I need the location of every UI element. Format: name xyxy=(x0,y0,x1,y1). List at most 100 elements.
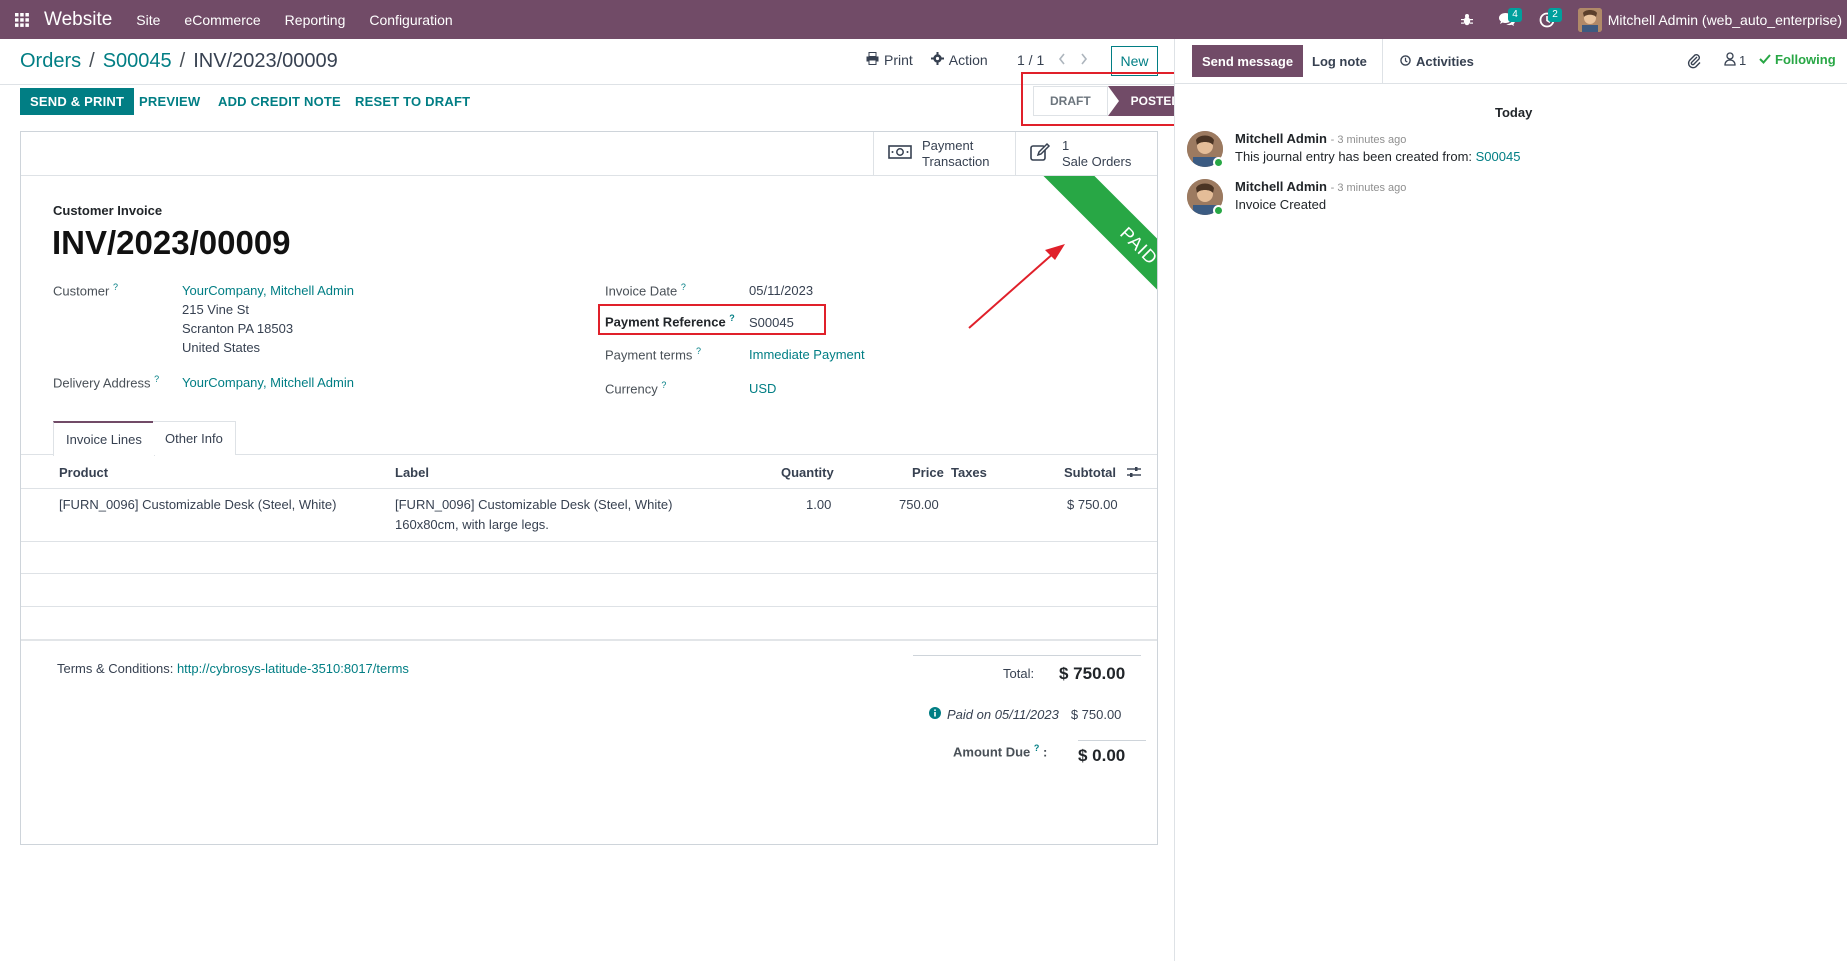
online-status-dot xyxy=(1213,205,1224,216)
table-footer-divider xyxy=(21,639,1157,641)
status-bar: SEND & PRINT PREVIEW ADD CREDIT NOTE RES… xyxy=(0,85,1174,119)
smart-button-box: Payment Transaction 1 Sale Orders xyxy=(21,132,1157,176)
menu-ecommerce[interactable]: eCommerce xyxy=(184,12,260,28)
add-credit-note-button[interactable]: ADD CREDIT NOTE xyxy=(208,88,351,115)
address-line-3: United States xyxy=(182,340,261,355)
user-avatar xyxy=(1577,7,1602,32)
address-line-1: 215 Vine St xyxy=(182,302,249,317)
payment-transaction-button[interactable]: Payment Transaction xyxy=(873,132,1015,176)
paid-amount: $ 750.00 xyxy=(1070,707,1122,722)
message-body: Invoice Created xyxy=(1235,197,1327,212)
amount-due-label: Amount Due ? : xyxy=(953,743,1048,760)
app-brand[interactable]: Website xyxy=(44,9,112,31)
activities-label: Activities xyxy=(1416,54,1474,69)
breadcrumb-orders[interactable]: Orders xyxy=(20,50,81,73)
col-subtotal[interactable]: Subtotal xyxy=(1064,465,1116,480)
tab-invoice-lines[interactable]: Invoice Lines xyxy=(53,421,155,456)
menu-site[interactable]: Site xyxy=(136,12,160,28)
invoice-date-field[interactable]: 05/11/2023 xyxy=(749,283,813,298)
user-menu[interactable]: Mitchell Admin (web_auto_enterprise) xyxy=(1577,7,1842,32)
menu-configuration[interactable]: Configuration xyxy=(369,12,452,28)
row-quantity: 1.00 xyxy=(806,497,832,512)
breadcrumb-current: INV/2023/00009 xyxy=(193,50,338,72)
terms-link[interactable]: http://cybrosys-latitude-3510:8017/terms xyxy=(177,661,409,676)
row-label-line-2: 160x80cm, with large legs. xyxy=(395,517,549,532)
message-source-link[interactable]: S00045 xyxy=(1476,149,1521,164)
chevron-right-icon[interactable] xyxy=(1080,52,1088,68)
activities-button[interactable]: Activities xyxy=(1385,39,1489,84)
reset-to-draft-button[interactable]: RESET TO DRAFT xyxy=(345,88,480,115)
control-actions: Print Action xyxy=(866,52,988,68)
row-divider xyxy=(21,606,1157,607)
print-button[interactable]: Print xyxy=(866,52,913,68)
log-note-button[interactable]: Log note xyxy=(1297,39,1383,84)
date-separator-today: Today xyxy=(1495,105,1533,120)
highlight-box-payment-reference xyxy=(598,304,826,335)
col-price[interactable]: Price xyxy=(912,465,944,480)
print-icon xyxy=(866,52,879,68)
chevron-left-icon[interactable] xyxy=(1058,52,1066,68)
paid-on-label: Paid on 05/11/2023 xyxy=(947,707,1059,722)
edit-icon xyxy=(1030,142,1052,166)
row-label-line-1: [FURN_0096] Customizable Desk (Steel, Wh… xyxy=(395,497,673,512)
delivery-address-link[interactable]: YourCompany, Mitchell Admin xyxy=(182,375,354,390)
payment-terms-link[interactable]: Immediate Payment xyxy=(749,347,865,362)
payment-line: Paid on 05/11/2023 $ 750.00 xyxy=(929,707,1121,722)
invoice-date-label: Invoice Date ? xyxy=(605,282,686,299)
print-label: Print xyxy=(884,52,913,68)
sale-orders-button[interactable]: 1 Sale Orders xyxy=(1015,132,1157,176)
debug-bug-icon[interactable] xyxy=(1450,0,1484,39)
row-divider xyxy=(21,541,1157,542)
total-label: Total: xyxy=(1003,666,1035,681)
chatter-topbar: Send message Log note Activities 1 Follo… xyxy=(1175,39,1847,84)
following-label: Following xyxy=(1775,52,1836,67)
chatter-panel: Send message Log note Activities 1 Follo… xyxy=(1174,39,1847,961)
message-author[interactable]: Mitchell Admin - 3 minutes ago xyxy=(1235,131,1406,146)
currency-link[interactable]: USD xyxy=(749,381,776,396)
user-icon xyxy=(1724,52,1736,69)
action-label: Action xyxy=(948,52,988,68)
row-product: [FURN_0096] Customizable Desk (Steel, Wh… xyxy=(59,497,337,512)
message-author[interactable]: Mitchell Admin - 3 minutes ago xyxy=(1235,179,1406,194)
paperclip-icon[interactable] xyxy=(1687,53,1701,72)
menu-reporting[interactable]: Reporting xyxy=(285,12,346,28)
online-status-dot xyxy=(1213,157,1224,168)
annotation-arrow xyxy=(968,244,1065,329)
col-taxes[interactable]: Taxes xyxy=(951,465,987,480)
money-bill-icon xyxy=(888,144,912,164)
currency-label: Currency ? xyxy=(605,380,667,397)
send-message-button[interactable]: Send message xyxy=(1192,45,1304,77)
row-price: 750.00 xyxy=(899,497,939,512)
col-label[interactable]: Label xyxy=(395,465,429,480)
followers-count: 1 xyxy=(1739,53,1747,68)
column-settings-icon[interactable] xyxy=(1127,466,1141,481)
payment-terms-label: Payment terms ? xyxy=(605,346,702,363)
gear-icon xyxy=(930,52,944,68)
form-tabs: Invoice Lines Other Info xyxy=(21,421,1157,456)
action-button[interactable]: Action xyxy=(930,52,988,68)
info-circle-icon[interactable] xyxy=(929,707,941,722)
col-product[interactable]: Product xyxy=(59,465,108,480)
apps-menu-icon[interactable] xyxy=(0,12,44,27)
message-time: - 3 minutes ago xyxy=(1330,134,1407,146)
breadcrumb-separator: / xyxy=(179,50,186,72)
totals-divider xyxy=(913,655,1141,656)
row-subtotal: $ 750.00 xyxy=(1067,497,1118,512)
sale-orders-label: 1 Sale Orders xyxy=(1062,138,1132,169)
payment-transaction-label: Payment Transaction xyxy=(922,138,990,169)
user-name: Mitchell Admin (web_auto_enterprise) xyxy=(1607,11,1842,28)
followers-button[interactable]: 1 xyxy=(1724,52,1746,69)
breadcrumb-sale-order[interactable]: S00045 xyxy=(103,50,172,73)
message-body: This journal entry has been created from… xyxy=(1235,149,1521,164)
following-button[interactable]: Following xyxy=(1759,52,1836,67)
preview-button[interactable]: PREVIEW xyxy=(129,88,210,115)
col-quantity[interactable]: Quantity xyxy=(781,465,834,480)
send-print-button[interactable]: SEND & PRINT xyxy=(20,88,135,115)
pager: 1 / 1 xyxy=(1017,52,1088,68)
tab-other-info[interactable]: Other Info xyxy=(153,421,236,455)
breadcrumb: Orders / S00045 / INV/2023/00009 xyxy=(20,50,338,73)
activities-clock-icon[interactable]: 2 xyxy=(1530,0,1564,39)
customer-link[interactable]: YourCompany, Mitchell Admin xyxy=(182,283,354,298)
messages-chat-icon[interactable]: 4 xyxy=(1490,0,1524,39)
pager-value[interactable]: 1 / 1 xyxy=(1017,52,1044,68)
